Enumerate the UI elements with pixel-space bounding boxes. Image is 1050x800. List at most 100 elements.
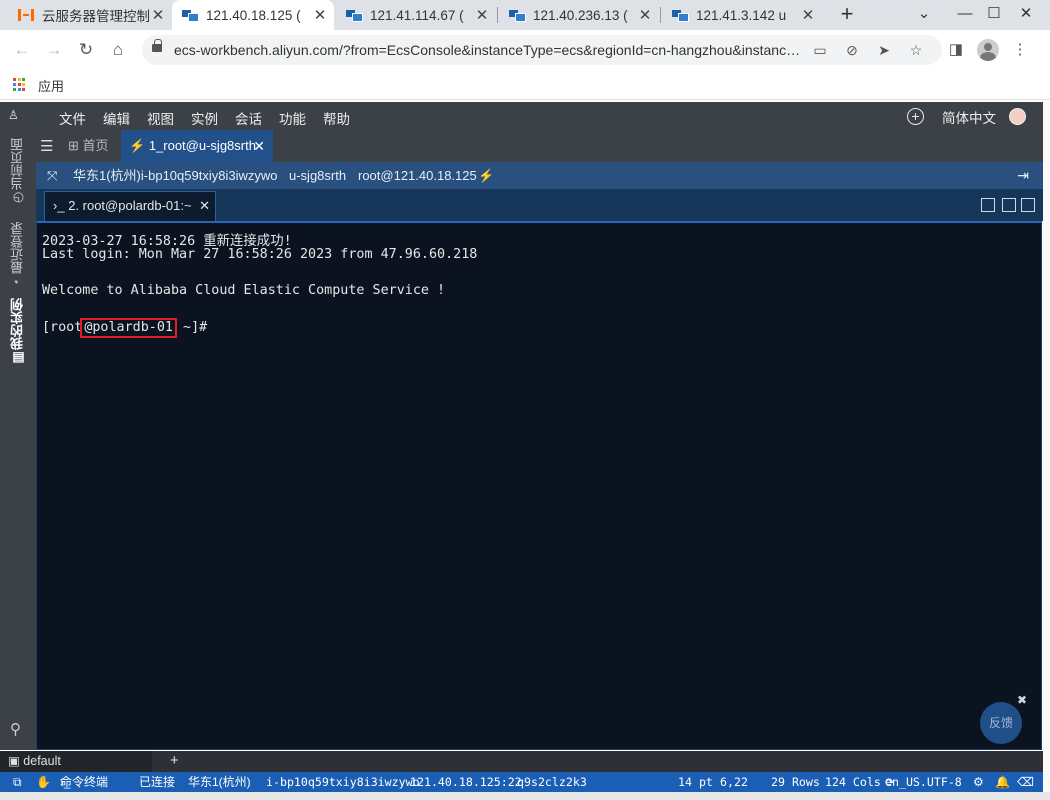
session-group-default[interactable]: ▣ default [0, 751, 152, 772]
hand-icon[interactable]: ✋ [36, 772, 51, 792]
instance-info-bar: ⤧ 华东1(杭州)i-bp10q59txiy8i3iwzywo u-sjg8sr… [36, 162, 1043, 189]
session-group-label: default [23, 754, 61, 768]
menu-edit[interactable]: 编辑 [103, 108, 130, 128]
session-group-bar: ▣ default + [0, 751, 1043, 772]
rail-label: 我的实例 [10, 298, 25, 350]
workbench-tabs: ☰ ⊞ 首页 ⚡ 1_root@u-sjg8srth ✕ [36, 130, 1043, 162]
clipboard-icon[interactable]: ▭ [810, 40, 830, 60]
remote-terminal-icon [182, 9, 199, 22]
split-horizontal-icon[interactable] [1021, 198, 1035, 212]
browser-tab-121-40-18-125[interactable]: 121.40.18.125 ( ✕ [172, 0, 334, 30]
rail-my-instances[interactable]: ▤我的实例 [8, 298, 28, 365]
menu-features[interactable]: 功能 [279, 108, 306, 128]
exit-icon[interactable]: ⇥ [1017, 162, 1029, 189]
notification-bell-icon[interactable]: 🔔 [995, 772, 1010, 792]
url-text[interactable]: ecs-workbench.aliyun.com/?from=EcsConsol… [174, 35, 804, 65]
browser-tab-121-41-114-67[interactable]: 121.41.114.67 ( ✕ [336, 0, 496, 30]
home-icon[interactable]: ⌂ [106, 38, 130, 62]
minimize-icon[interactable]: — [952, 2, 978, 26]
status-mode-label: 命令终端 [60, 775, 109, 789]
close-tab-icon[interactable]: ✕ [637, 6, 653, 24]
profile-avatar-icon[interactable] [977, 39, 999, 61]
terminal-tab[interactable]: ›_ 2. root@polardb-01:~ ✕ [44, 191, 216, 221]
terminal-line: Welcome to Alibaba Cloud Elastic Compute… [42, 283, 446, 298]
lock-icon[interactable] [152, 39, 162, 52]
list-icon: ▤ [10, 350, 25, 365]
more-menu-icon[interactable]: ⋮ [1009, 39, 1031, 61]
menu-help[interactable]: 帮助 [323, 108, 350, 128]
back-arrow-icon[interactable]: ← [10, 38, 34, 62]
expand-icon[interactable]: ⤧ [47, 162, 57, 189]
tab-label: 1_root@u-sjg8srth [148, 138, 256, 153]
copy-icon[interactable]: ⧉ [13, 772, 22, 792]
tab-session[interactable]: ⚡ 1_root@u-sjg8srth ✕ [121, 130, 273, 162]
terminal-prompt-icon: ›_ [53, 198, 65, 213]
instance-id: 华东1(杭州)i-bp10q59txiy8i3iwzywo [73, 168, 278, 183]
send-icon[interactable]: ➤ [874, 40, 894, 60]
history-icon: ◔ [10, 274, 25, 289]
browser-tab-ecs-console[interactable]: 云服务器管理控制 ✕ [8, 0, 172, 30]
add-circle-icon[interactable]: + [907, 108, 924, 125]
clear-icon[interactable]: ⌫ [1017, 772, 1034, 792]
bookmark-apps[interactable]: 应用 [38, 76, 64, 95]
side-panel-icon[interactable]: ◨ [945, 39, 967, 61]
pin-icon[interactable]: ⚲ [10, 720, 21, 738]
close-tab-icon[interactable]: ✕ [150, 6, 166, 24]
tab-separator [660, 7, 661, 23]
close-tab-icon[interactable]: ✕ [253, 130, 265, 162]
user-avatar[interactable] [1009, 108, 1026, 125]
new-tab-icon[interactable]: + [836, 3, 858, 25]
reload-icon[interactable]: ↻ [74, 38, 98, 62]
rail-current-page[interactable]: ◷当前页面 [8, 138, 28, 205]
workbench-menubar: ♙ 文件 编辑 视图 实例 会话 功能 帮助 + 简体中文 [0, 102, 1043, 130]
tab-home[interactable]: ⊞ 首页 [68, 130, 109, 162]
connection-icon: ⚡ [478, 168, 495, 183]
menu-file[interactable]: 文件 [59, 108, 86, 128]
maximize-icon[interactable]: ☐ [981, 2, 1007, 26]
menu-session[interactable]: 会话 [235, 108, 262, 128]
terminal-cursor [207, 319, 215, 335]
close-tab-icon[interactable]: ✕ [312, 6, 328, 24]
tab-title: 121.40.18.125 ( [206, 7, 301, 23]
terminal-line: Last login: Mon Mar 27 16:58:26 2023 fro… [42, 247, 478, 262]
terminal-line: 2023-03-27 16:58:26 重新连接成功! [42, 234, 292, 249]
highlighted-hostname: @polardb-01 [80, 318, 177, 338]
menu-instance[interactable]: 实例 [191, 108, 218, 128]
status-bar: ⧉ ✋ ›_ 命令终端 已连接 华东1(杭州) i-bp10q59txiy8i3… [0, 772, 1043, 792]
add-session-icon[interactable]: + [170, 751, 179, 771]
login-address: root@121.40.18.125 [358, 168, 477, 183]
bookmarks-bar: 应用 [0, 70, 1050, 100]
feedback-button[interactable]: 反馈 [980, 702, 1022, 744]
status-font-size[interactable]: 14 pt [678, 772, 713, 792]
new-pane-icon[interactable] [981, 198, 995, 212]
terminal-icon: ▣ [8, 754, 20, 768]
split-vertical-icon[interactable] [1002, 198, 1016, 212]
browser-tab-121-40-236-13[interactable]: 121.40.236.13 ( ✕ [499, 0, 659, 30]
aliyun-icon [18, 9, 34, 21]
star-bookmark-icon[interactable]: ☆ [906, 40, 926, 60]
address-bar[interactable]: ecs-workbench.aliyun.com/?from=EcsConsol… [142, 35, 942, 65]
close-tab-icon[interactable]: ✕ [199, 192, 210, 220]
apps-grid-icon[interactable] [13, 78, 27, 92]
status-address: 121.40.18.125:22 [410, 775, 522, 789]
language-switch[interactable]: 简体中文 [942, 107, 996, 127]
rail-label: 当前页面 [10, 138, 25, 190]
collapse-list-icon[interactable]: ☰ [40, 137, 53, 155]
browser-tab-121-41-3-142[interactable]: 121.41.3.142 u ✕ [662, 0, 822, 30]
close-tab-icon[interactable]: ✕ [800, 6, 816, 24]
eye-off-icon[interactable]: ⊘ [842, 40, 862, 60]
close-tab-icon[interactable]: ✕ [474, 6, 490, 24]
tab-separator [497, 7, 498, 23]
rail-recent-login[interactable]: ◔最近登录 [8, 222, 28, 289]
terminal-area[interactable]: 2023-03-27 16:58:26 重新连接成功! Last login: … [36, 221, 1042, 750]
status-rows: 29 Rows [771, 775, 820, 789]
tab-title: 云服务器管理控制 [42, 9, 150, 24]
settings-icon[interactable]: ⚙ [973, 772, 984, 792]
close-feedback-icon[interactable]: ✖ [1017, 693, 1027, 707]
terminal-prompt: [root @polardb-01 ~]# [42, 318, 215, 338]
browser-tab-strip: 云服务器管理控制 ✕ 121.40.18.125 ( ✕ 121.41.114.… [0, 0, 1050, 30]
forward-arrow-icon[interactable]: → [42, 38, 66, 62]
menu-view[interactable]: 视图 [147, 108, 174, 128]
close-window-icon[interactable]: ✕ [1013, 2, 1039, 26]
tab-search-chevron-icon[interactable]: ⌄ [911, 2, 937, 26]
